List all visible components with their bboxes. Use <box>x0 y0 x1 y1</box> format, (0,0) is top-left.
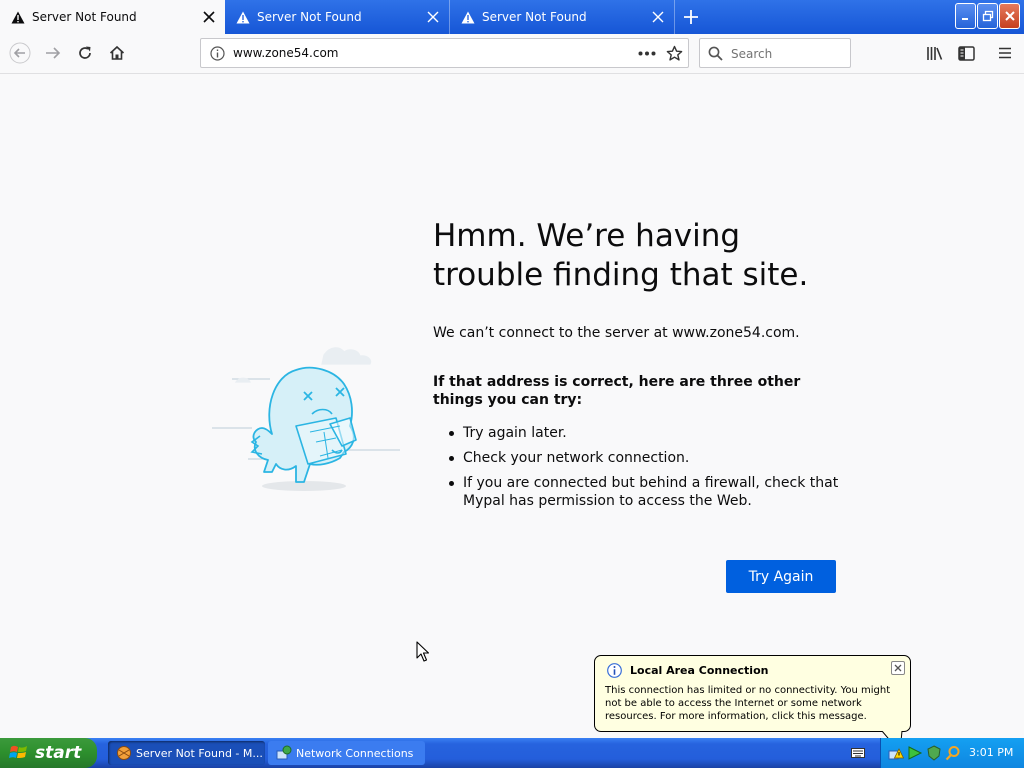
home-button[interactable] <box>102 38 132 68</box>
close-icon <box>1004 11 1015 21</box>
back-button[interactable] <box>5 38 35 68</box>
close-tab-icon[interactable] <box>201 9 217 25</box>
search-bar[interactable]: Search <box>699 38 851 68</box>
sidebar-icon <box>957 45 975 61</box>
balloon-close-button[interactable] <box>891 661 905 675</box>
reload-button[interactable] <box>70 38 100 68</box>
minimize-icon <box>961 18 968 20</box>
taskbar-item-label: Server Not Found - M... <box>136 746 263 760</box>
error-page: Hmm. We’re having trouble finding that s… <box>0 75 1024 738</box>
close-tab-icon[interactable] <box>425 9 441 25</box>
page-actions-icon[interactable] <box>638 51 656 56</box>
warning-icon <box>460 9 476 25</box>
tab-server-not-found-1[interactable]: Server Not Found <box>0 0 225 34</box>
navigation-toolbar: www.zone54.com Search <box>0 34 1024 74</box>
info-icon <box>607 663 622 678</box>
tips-heading: If that address is correct, here are thr… <box>433 374 801 408</box>
minimize-button[interactable] <box>955 3 976 29</box>
taskbar-item-browser[interactable]: Server Not Found - M... <box>108 741 265 765</box>
hamburger-menu-icon <box>999 47 1011 59</box>
taskbar-item-label: Network Connections <box>296 746 414 760</box>
url-bar[interactable]: www.zone54.com <box>200 38 689 68</box>
keyboard-icon[interactable] <box>851 747 865 759</box>
library-button[interactable] <box>919 38 949 68</box>
start-button[interactable]: start <box>0 738 97 768</box>
restore-button[interactable] <box>977 3 998 29</box>
plus-icon <box>684 10 698 24</box>
close-tab-icon[interactable] <box>650 9 666 25</box>
info-icon[interactable] <box>210 46 225 61</box>
tab-title: Server Not Found <box>32 10 137 24</box>
tab-server-not-found-2[interactable]: Server Not Found <box>225 0 450 34</box>
notification-balloon[interactable]: Local Area Connection This connection ha… <box>594 655 911 753</box>
taskbar-item-network-connections[interactable]: Network Connections <box>268 741 425 765</box>
tab-server-not-found-3[interactable]: Server Not Found <box>450 0 675 34</box>
mouse-cursor-icon <box>416 641 430 662</box>
windows-logo-icon <box>9 745 27 758</box>
tab-title: Server Not Found <box>257 10 362 24</box>
search-placeholder: Search <box>731 47 773 61</box>
tips-list: Try again later. Check your network conn… <box>433 424 843 517</box>
home-icon <box>109 45 125 60</box>
error-message: We can’t connect to the server at www.zo… <box>433 325 800 341</box>
back-arrow-icon <box>9 42 31 64</box>
restore-icon <box>982 10 993 22</box>
tip-item: Check your network connection. <box>433 449 843 467</box>
warning-icon <box>10 9 26 25</box>
sidebar-button[interactable] <box>951 38 981 68</box>
warning-icon <box>235 9 251 25</box>
balloon-title: Local Area Connection <box>630 664 769 677</box>
play-icon[interactable] <box>907 745 923 761</box>
close-icon <box>894 664 902 672</box>
library-icon <box>926 46 942 60</box>
forward-arrow-icon <box>46 47 61 59</box>
tip-item: If you are connected but behind a firewa… <box>433 474 843 510</box>
forward-button[interactable] <box>38 38 68 68</box>
error-title: Hmm. We’re having trouble finding that s… <box>433 218 809 293</box>
clock[interactable]: 3:01 PM <box>969 746 1013 759</box>
try-again-button[interactable]: Try Again <box>726 560 836 593</box>
balloon-message[interactable]: This connection has limited or no connec… <box>605 684 905 723</box>
search-icon <box>708 46 723 61</box>
error-illustration <box>212 347 400 491</box>
system-tray: 3:01 PM <box>880 738 1024 768</box>
magnifier-icon[interactable] <box>945 745 961 761</box>
close-window-button[interactable] <box>999 3 1020 29</box>
tab-bar: Server Not Found Server Not Found Server… <box>0 0 1024 34</box>
network-connections-icon <box>276 745 292 760</box>
network-warning-icon[interactable] <box>888 745 904 761</box>
tip-item: Try again later. <box>433 424 843 442</box>
bookmark-star-icon[interactable] <box>666 45 683 62</box>
tab-title: Server Not Found <box>482 10 587 24</box>
security-icon[interactable] <box>926 745 942 761</box>
new-tab-button[interactable] <box>680 6 702 28</box>
browser-icon <box>117 746 131 760</box>
reload-icon <box>79 46 91 59</box>
url-text[interactable]: www.zone54.com <box>233 46 339 60</box>
menu-button[interactable] <box>990 38 1020 68</box>
taskbar: start Server Not Found - M... Network Co… <box>0 738 1024 768</box>
start-label: start <box>35 743 82 763</box>
